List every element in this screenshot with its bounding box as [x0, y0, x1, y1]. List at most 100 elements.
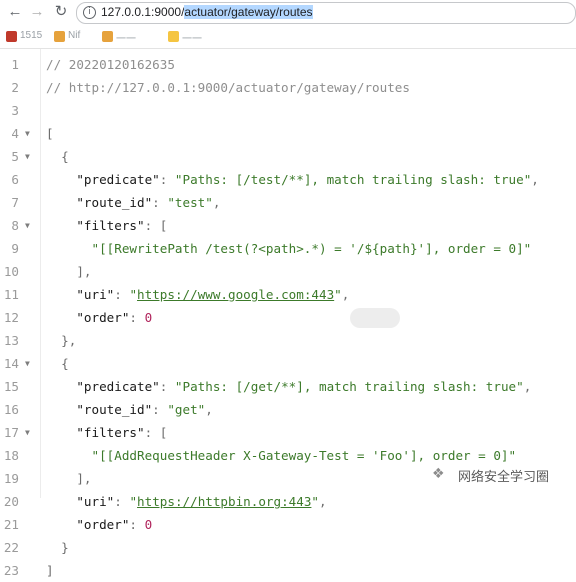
json-punctuation: :	[159, 172, 175, 187]
code-content: "predicate": "Paths: [/get/**], match tr…	[46, 375, 531, 398]
bookmark-favicon-icon	[6, 31, 17, 42]
json-punctuation: :	[129, 517, 145, 532]
address-bar[interactable]: i 127.0.0.1:9000/actuator/gateway/routes	[76, 2, 576, 24]
bookmarks-bar: 1515 Nif 一一 一一	[0, 26, 576, 49]
code-content: "uri": "https://httpbin.org:443",	[46, 490, 327, 513]
json-punctuation	[46, 402, 76, 417]
line-number: 9	[11, 241, 19, 256]
line-number: 19	[3, 471, 19, 486]
line-number: 1	[11, 57, 19, 72]
browser-toolbar: ← → ↻ i 127.0.0.1:9000/actuator/gateway/…	[0, 0, 576, 26]
json-string: "	[129, 287, 138, 302]
json-string: "[[AddRequestHeader X-Gateway-Test = 'Fo…	[91, 448, 517, 463]
json-string: "	[334, 287, 342, 302]
code-content: "route_id": "test",	[46, 191, 220, 214]
json-punctuation: ]	[46, 563, 54, 578]
json-key: "filters"	[76, 218, 145, 233]
bookmark-item[interactable]: 1515	[6, 30, 44, 44]
reload-icon[interactable]: ↻	[52, 3, 70, 21]
info-icon[interactable]: i	[83, 6, 96, 19]
json-punctuation: {	[46, 149, 69, 164]
json-key: "filters"	[76, 425, 145, 440]
json-key: "route_id"	[76, 402, 153, 417]
back-arrow-icon[interactable]: ←	[6, 3, 24, 21]
json-punctuation	[46, 287, 76, 302]
code-content: "order": 0	[46, 513, 152, 536]
json-key: "predicate"	[76, 172, 160, 187]
code-content: // http://127.0.0.1:9000/actuator/gatewa…	[46, 76, 410, 99]
address-host: 127.0.0.1:9000/	[101, 5, 185, 19]
json-punctuation	[46, 195, 76, 210]
line-number: 12	[3, 310, 19, 325]
json-punctuation	[46, 310, 76, 325]
code-line: 21 "order": 0	[0, 513, 576, 536]
json-punctuation	[46, 172, 76, 187]
json-punctuation: },	[46, 333, 77, 348]
json-punctuation: ,	[205, 402, 213, 417]
code-line: 17 ▼ "filters": [	[0, 421, 576, 444]
fold-toggle-icon[interactable]: ▼	[25, 214, 30, 237]
line-number: 23	[3, 563, 19, 578]
json-string: "get"	[167, 402, 206, 417]
json-viewer[interactable]: 1 // 20220120162635 2 // http://127.0.0.1:9…	[0, 49, 576, 578]
bookmark-item[interactable]: 一一	[168, 30, 206, 45]
json-punctuation	[46, 218, 76, 233]
code-line: 7 "route_id": "test",	[0, 191, 576, 214]
line-number: 22	[3, 540, 19, 555]
json-punctuation	[46, 517, 76, 532]
code-line: 12 "order": 0	[0, 306, 576, 329]
code-content: "filters": [	[46, 421, 167, 444]
line-number: 21	[3, 517, 19, 532]
code-content: "[[RewritePath /test(?<path>.*) = '/${pa…	[46, 237, 532, 260]
json-punctuation: }	[46, 540, 69, 555]
json-key: "order"	[76, 517, 130, 532]
line-number: 2	[11, 80, 19, 95]
code-content: // 20220120162635	[46, 53, 175, 76]
bookmark-label: 一一	[116, 34, 136, 45]
line-number: 16	[3, 402, 19, 417]
uri-link[interactable]: https://www.google.com:443	[137, 287, 334, 302]
code-content: ],	[46, 260, 92, 283]
code-content: "[[AddRequestHeader X-Gateway-Test = 'Fo…	[46, 444, 517, 467]
fold-toggle-icon[interactable]: ▼	[25, 352, 30, 375]
bookmark-item[interactable]: 一一	[102, 30, 158, 45]
json-punctuation: :	[152, 195, 168, 210]
code-content: {	[46, 352, 69, 375]
code-comment: // 20220120162635	[46, 57, 175, 72]
json-punctuation: : [	[144, 218, 168, 233]
line-number: 8	[11, 218, 19, 233]
json-punctuation: ,	[212, 195, 221, 210]
line-number: 3	[11, 103, 19, 118]
json-punctuation: :	[114, 287, 130, 302]
json-punctuation: :	[114, 494, 130, 509]
code-line: 20 "uri": "https://httpbin.org:443",	[0, 490, 576, 513]
bookmark-label: Nif	[68, 30, 81, 41]
code-content: ]	[46, 559, 54, 582]
json-punctuation: ,	[341, 287, 350, 302]
fold-toggle-icon[interactable]: ▼	[25, 421, 30, 444]
json-punctuation	[46, 494, 76, 509]
line-number: 6	[11, 172, 19, 187]
json-punctuation: ],	[46, 471, 92, 486]
line-number: 11	[3, 287, 19, 302]
code-content: }	[46, 536, 69, 559]
bookmark-label: 一一	[182, 34, 202, 45]
forward-arrow-icon[interactable]: →	[28, 3, 46, 21]
bookmark-favicon-icon	[102, 31, 113, 42]
code-line: 10 ],	[0, 260, 576, 283]
json-punctuation: ],	[46, 264, 92, 279]
json-punctuation	[46, 379, 76, 394]
code-content: "uri": "https://www.google.com:443",	[46, 283, 349, 306]
json-punctuation: ,	[319, 494, 327, 509]
bookmark-item[interactable]: Nif	[54, 30, 92, 44]
address-url[interactable]: 127.0.0.1:9000/actuator/gateway/routes	[101, 5, 313, 19]
uri-link[interactable]: https://httpbin.org:443	[137, 494, 311, 509]
line-number: 15	[3, 379, 19, 394]
code-line: 22 }	[0, 536, 576, 559]
json-number: 0	[144, 517, 153, 532]
json-key: "uri"	[76, 494, 115, 509]
code-line: 13 },	[0, 329, 576, 352]
fold-toggle-icon[interactable]: ▼	[25, 122, 30, 145]
code-line: 11 "uri": "https://www.google.com:443",	[0, 283, 576, 306]
fold-toggle-icon[interactable]: ▼	[25, 145, 30, 168]
